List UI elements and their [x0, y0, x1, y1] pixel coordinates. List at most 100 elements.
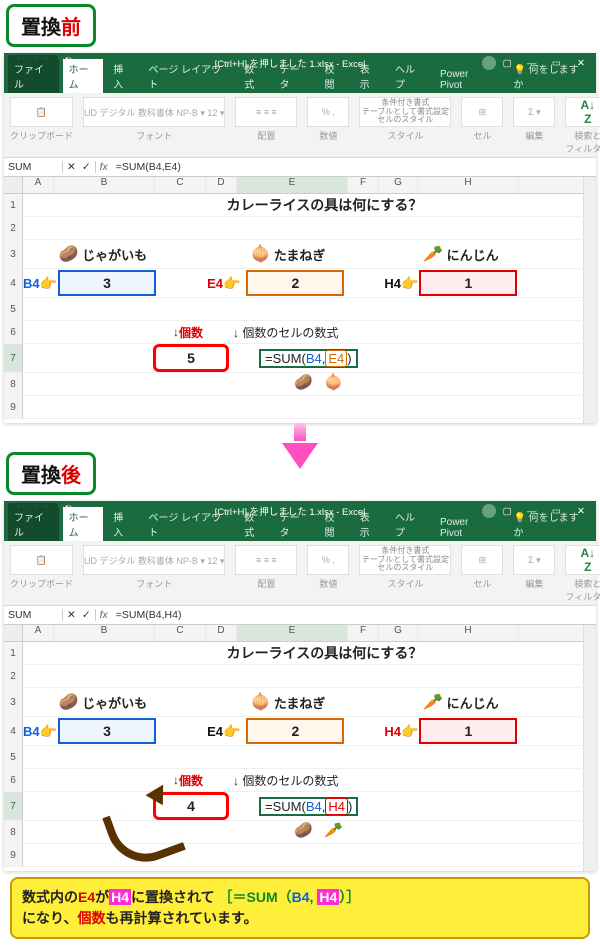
col-headers: A B C D E F G H [4, 625, 596, 642]
row-5: 5 [4, 298, 596, 321]
ref-h4: H4 [384, 276, 401, 291]
row-4: 4 B4👉 3 E4👉 2 H4👉 1 [4, 269, 596, 298]
tell-me[interactable]: 💡 何をしますか [507, 507, 592, 541]
sum-value[interactable]: 5 [153, 344, 229, 372]
grp-style: 条件付き書式 テーブルとして書式設定 セルのスタイル スタイル [359, 97, 451, 155]
sum-formula-cell[interactable]: =SUM(B4,H4) [259, 797, 358, 816]
point-icon: 👉 [223, 723, 240, 740]
sum-formula-cell[interactable]: =SUM(B4,E4) [259, 349, 358, 368]
qty-h4[interactable]: 1 [419, 270, 517, 296]
tab-home[interactable]: ホーム [63, 507, 104, 541]
ref-h4: H4 [384, 724, 401, 739]
tab-formulas[interactable]: 数式 [238, 507, 269, 541]
tab-layout[interactable]: ページ レイアウト [143, 59, 235, 93]
formula-input[interactable]: =SUM(B4,H4) [112, 609, 186, 621]
grp-number: % ,数値 [307, 545, 349, 603]
tab-insert[interactable]: 挿入 [107, 507, 138, 541]
explanation-callout: 数式内のE4がH4に置換されて ［＝SUM（B4, H4）］ になり、個数も再計… [10, 877, 590, 939]
fx-icon[interactable]: fx [96, 161, 112, 173]
tab-review[interactable]: 校閲 [318, 59, 349, 93]
ing3-name: にんじん [447, 693, 499, 712]
tab-help[interactable]: ヘルプ [389, 507, 430, 541]
tab-home[interactable]: ホーム [63, 59, 104, 93]
carrot-icon: 🥕 [423, 244, 443, 264]
onion-icon: 🧅 [251, 692, 271, 712]
before-tag: 置換前 [6, 4, 96, 47]
grp-sort: A↓Z検索と フィルター [565, 545, 600, 603]
under-b-icon: 🥕 [324, 821, 343, 839]
grp-edit: Σ ▾編集 [513, 97, 555, 155]
grp-cell: ⊞セル [461, 545, 503, 603]
row-8: 8 🥔 🥕 [4, 821, 596, 844]
tab-data[interactable]: データ [274, 507, 315, 541]
t: 前 [61, 17, 81, 39]
tab-layout[interactable]: ページ レイアウト [143, 507, 235, 541]
formula-input[interactable]: =SUM(B4,E4) [112, 161, 185, 173]
tab-review[interactable]: 校閲 [318, 507, 349, 541]
grp-edit: Σ ▾編集 [513, 545, 555, 603]
point-icon: 👉 [40, 275, 57, 292]
row-6: 6 ↓ 個数 ↓ 個数のセルの数式 [4, 769, 596, 792]
worksheet[interactable]: A B C D E F G H 1 カレーライスの具は何にする？ 2 3 [4, 625, 596, 871]
under-a-icon: 🥔 [294, 821, 313, 839]
col-B[interactable]: B [54, 177, 155, 193]
enter-icon[interactable]: ✓ [82, 609, 91, 621]
tab-file[interactable]: ファイル [8, 507, 59, 541]
formula-bar: SUM ✕ ✓ fx =SUM(B4,E4) [4, 158, 596, 177]
tell-me[interactable]: 💡 何をしますか [507, 59, 592, 93]
ribbon-tabs: ファイル ホーム 挿入 ページ レイアウト 数式 データ 校閲 表示 ヘルプ P… [4, 521, 596, 541]
sheet-title: カレーライスの具は何にする？ [227, 195, 423, 215]
name-box[interactable]: SUM [4, 161, 63, 173]
qty-e4[interactable]: 2 [246, 718, 344, 744]
qty-b4[interactable]: 3 [58, 718, 156, 744]
onion-icon: 🧅 [251, 244, 271, 264]
tab-formulas[interactable]: 数式 [238, 59, 269, 93]
qty-b4[interactable]: 3 [58, 270, 156, 296]
tab-view[interactable]: 表示 [354, 507, 385, 541]
qty-h4[interactable]: 1 [419, 718, 517, 744]
point-icon: 👉 [223, 275, 240, 292]
after-tag: 置換後 [6, 452, 96, 495]
qty-e4[interactable]: 2 [246, 270, 344, 296]
row-4: 4 B4👉 3 E4👉 2 H4👉 1 [4, 717, 596, 746]
potato-icon: 🥔 [59, 244, 79, 264]
fx-icon[interactable]: fx [96, 609, 112, 621]
tab-insert[interactable]: 挿入 [107, 59, 138, 93]
ing3-name: にんじん [447, 245, 499, 264]
ref-e4: E4 [207, 724, 223, 739]
tab-file[interactable]: ファイル [8, 59, 59, 93]
ref-b4: B4 [23, 724, 40, 739]
grp-number: % ,数値 [307, 97, 349, 155]
ref-b4: B4 [23, 276, 40, 291]
ref-e4: E4 [207, 276, 223, 291]
row-9: 9 [4, 844, 596, 867]
col-B[interactable]: B [54, 625, 155, 641]
grp-align: ≡ ≡ ≡配置 [235, 97, 297, 155]
point-icon: 👉 [401, 723, 418, 740]
excel-window: 自動保存 💾 ↩ ↪ [Ctrl+H] を押しました 1.xlsx - Exce… [4, 53, 596, 423]
ribbon: 📋クリップボード UD デジタル 教科書体 NP-B ▾ 12 ▾フォント ≡ … [4, 93, 596, 158]
worksheet[interactable]: A B C D E F G H 1 カレーライスの具は何にする？ 2 3 [4, 177, 596, 423]
tab-help[interactable]: ヘルプ [389, 59, 430, 93]
ing2-name: たまねぎ [274, 245, 326, 264]
row-3: 3 🥔 じゃがいも 🧅 たまねぎ 🥕 にんじん [4, 240, 596, 269]
potato-icon: 🥔 [59, 692, 79, 712]
grp-sort: A↓Z検索と フィルター [565, 97, 600, 155]
grp-style: 条件付き書式 テーブルとして書式設定 セルのスタイル スタイル [359, 545, 451, 603]
carrot-icon: 🥕 [423, 692, 443, 712]
cancel-icon[interactable]: ✕ [67, 609, 76, 621]
excel-window: 自動保存 💾 ↩ ↪ [Ctrl+H] を押しました 1.xlsx - Exce… [4, 501, 596, 871]
cancel-icon[interactable]: ✕ [67, 161, 76, 173]
name-box[interactable]: SUM [4, 609, 63, 621]
tab-data[interactable]: データ [274, 59, 315, 93]
grp-clipboard: 📋クリップボード [10, 545, 73, 603]
point-icon: 👉 [401, 275, 418, 292]
row-8: 8 🥔 🧅 [4, 373, 596, 396]
enter-icon[interactable]: ✓ [82, 161, 91, 173]
tab-pivot[interactable]: Power Pivot [434, 67, 497, 93]
ing1-name: じゃがいも [82, 245, 147, 264]
grp-clipboard: 📋クリップボード [10, 97, 73, 155]
tab-pivot[interactable]: Power Pivot [434, 515, 497, 541]
point-icon: 👉 [40, 723, 57, 740]
tab-view[interactable]: 表示 [354, 59, 385, 93]
